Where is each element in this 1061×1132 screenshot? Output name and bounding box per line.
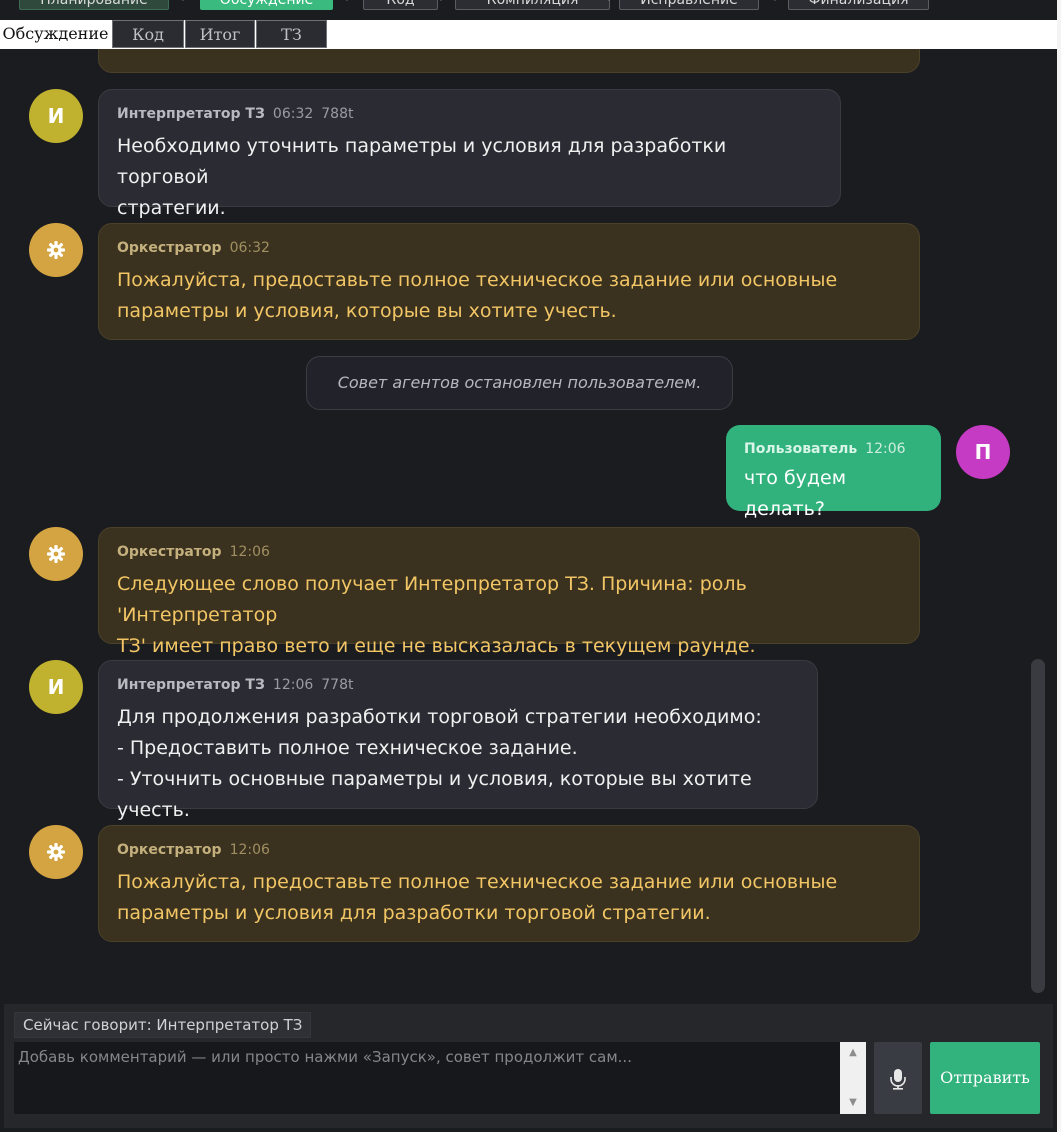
avatar-orchestrator [29,223,83,277]
message-time: 12:06 [229,544,270,560]
message-text: Необходимо уточнить параметры и условия … [117,135,727,219]
chevron-right-icon: › [436,0,448,7]
tab-result[interactable]: Итог [185,20,255,48]
message-time: 12:06 [272,677,314,693]
chat-scrollbar[interactable] [1031,659,1045,993]
avatar-orchestrator [29,527,83,581]
message-bubble: Интерпретатор ТЗ 12:06 778t Для продолжени… [98,660,818,821]
message-meta: Пользователь 12:06 [744,439,923,459]
message-author: Оркестратор [117,842,222,858]
stage-fix[interactable]: Исправление [619,0,759,10]
scroll-up-icon[interactable]: ▲ [840,1046,866,1060]
message-meta: Оркестратор 12:06 [117,542,901,562]
stage-code[interactable]: Код [363,0,438,10]
message-bubble: Оркестратор 12:06 Следующее слово получае… [98,527,920,657]
chevron-right-icon: › [770,0,782,7]
tab-discussion[interactable]: Обсуждение [0,20,111,48]
message-bubble: Оркестратор 12:06 Пожалуйста, предоставьт… [98,825,920,942]
chat-area[interactable]: И Интерпретатор ТЗ 06:32 788t Необходимо у… [0,49,1061,1002]
message-bubble-user: Пользователь 12:06 что будем делать? [726,425,941,520]
message-author: Интерпретатор ТЗ [117,106,265,122]
microphone-button[interactable] [874,1042,922,1114]
scroll-down-icon[interactable]: ▼ [840,1096,866,1110]
message-tokens: 788t [321,106,354,122]
message-time: 06:32 [229,240,270,256]
message-meta: Интерпретатор ТЗ 12:06 778t [117,675,799,695]
send-button[interactable]: Отправить [930,1042,1040,1114]
stage-discussion[interactable]: Обсуждение [200,0,333,10]
gear-icon [47,241,65,259]
comment-input[interactable] [14,1042,840,1114]
chevron-right-icon: › [604,0,616,7]
chevron-right-icon: › [342,0,354,7]
avatar-interpreter: И [29,660,83,714]
message-text: Пожалуйста, предоставьте полное техничес… [117,871,838,924]
message-meta: Оркестратор 06:32 [117,238,901,258]
chevron-right-icon: › [178,0,190,7]
tab-code[interactable]: Код [112,20,184,48]
message-text: Для продолжения разработки торговой стра… [117,706,762,821]
pipeline-strip: Планирование › Обсуждение › Код › Компил… [0,0,1061,20]
message-author: Интерпретатор ТЗ [117,677,265,693]
message-meta: Интерпретатор ТЗ 06:32 788t [117,104,822,124]
message-author: Оркестратор [117,544,222,560]
tab-bar: Обсуждение Код Итог ТЗ [0,20,1057,50]
message-text: Пожалуйста, предоставьте полное техничес… [117,269,838,322]
stage-finalization[interactable]: Финализация [788,0,929,10]
message-tokens: 778t [321,677,354,693]
message-time: 12:06 [229,842,270,858]
avatar-user: П [956,425,1010,479]
message-text: что будем делать? [744,467,847,520]
tab-spec[interactable]: ТЗ [256,20,327,48]
message-time: 06:32 [272,106,314,122]
gear-icon [47,545,65,563]
avatar-orchestrator [29,825,83,879]
composer: Сейчас говорит: Интерпретатор ТЗ ▲ ▼ Отп… [4,1004,1053,1128]
gear-icon [47,843,65,861]
window-edge [1057,0,1061,1132]
stage-compilation[interactable]: Компиляция [455,0,610,10]
current-speaker-label: Сейчас говорит: Интерпретатор ТЗ [14,1012,312,1038]
message-bubble: Интерпретатор ТЗ 06:32 788t Необходимо уто… [98,89,841,219]
avatar-interpreter: И [29,89,83,143]
message-text: Следующее слово получает Интерпретатор Т… [117,573,756,657]
message-author: Пользователь [744,441,858,457]
system-notice: Совет агентов остановлен пользователем. [306,356,733,410]
input-scrollbar[interactable]: ▲ ▼ [840,1042,866,1114]
message-bubble-cut [98,49,920,73]
microphone-icon [890,1069,906,1090]
message-author: Оркестратор [117,240,222,256]
message-bubble: Оркестратор 06:32 Пожалуйста, предоставьт… [98,223,920,340]
stage-planning[interactable]: Планирование [19,0,169,10]
message-time: 12:06 [865,441,906,457]
message-meta: Оркестратор 12:06 [117,840,901,860]
